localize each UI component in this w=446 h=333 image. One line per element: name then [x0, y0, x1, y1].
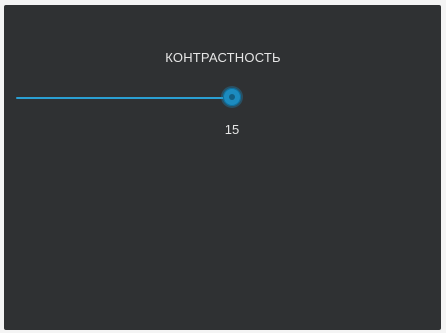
slider-track-filled[interactable]: [16, 97, 232, 99]
window-frame: КОНТРАСТНОСТЬ 15: [0, 0, 446, 333]
slider-value-label: 15: [224, 122, 240, 137]
contrast-slider[interactable]: [16, 86, 246, 110]
slider-thumb[interactable]: [223, 88, 241, 106]
setting-title: КОНТРАСТНОСТЬ: [165, 50, 281, 65]
